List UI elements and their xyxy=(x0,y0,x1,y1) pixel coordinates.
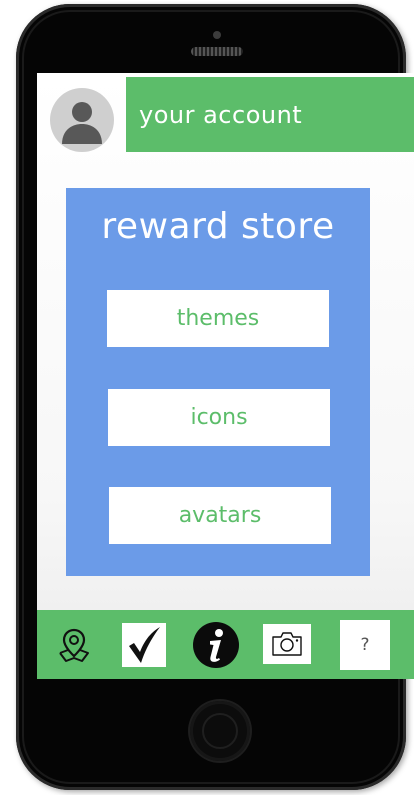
avatar[interactable] xyxy=(50,88,114,152)
icons-button[interactable]: icons xyxy=(108,389,330,446)
home-button[interactable] xyxy=(190,701,250,761)
earpiece-speaker xyxy=(191,47,243,56)
your-account-button[interactable]: your account xyxy=(126,77,414,152)
checkmark-icon xyxy=(129,627,160,663)
map-location-icon xyxy=(59,628,89,662)
help-icon: ? xyxy=(360,635,370,655)
reward-store-panel: reward store themes icons avatars xyxy=(66,188,370,576)
camera-icon xyxy=(272,632,302,656)
reward-store-title: reward store xyxy=(101,206,335,247)
nav-help-button[interactable]: ? xyxy=(340,620,390,670)
nav-map-button[interactable] xyxy=(52,623,96,667)
info-icon xyxy=(193,622,239,668)
user-silhouette-icon xyxy=(62,102,102,144)
phone-screen: your account reward store themes icons a… xyxy=(37,73,414,679)
front-camera xyxy=(213,31,221,39)
account-label: your account xyxy=(139,100,303,129)
nav-info-button[interactable] xyxy=(192,622,240,668)
themes-button[interactable]: themes xyxy=(107,290,329,347)
avatars-button[interactable]: avatars xyxy=(109,487,331,544)
phone-frame: your account reward store themes icons a… xyxy=(16,4,414,790)
nav-camera-button[interactable] xyxy=(263,624,311,664)
bottom-navigation-bar: ? xyxy=(37,610,414,679)
home-button-ring xyxy=(202,713,238,749)
nav-tasks-button[interactable] xyxy=(122,623,166,667)
